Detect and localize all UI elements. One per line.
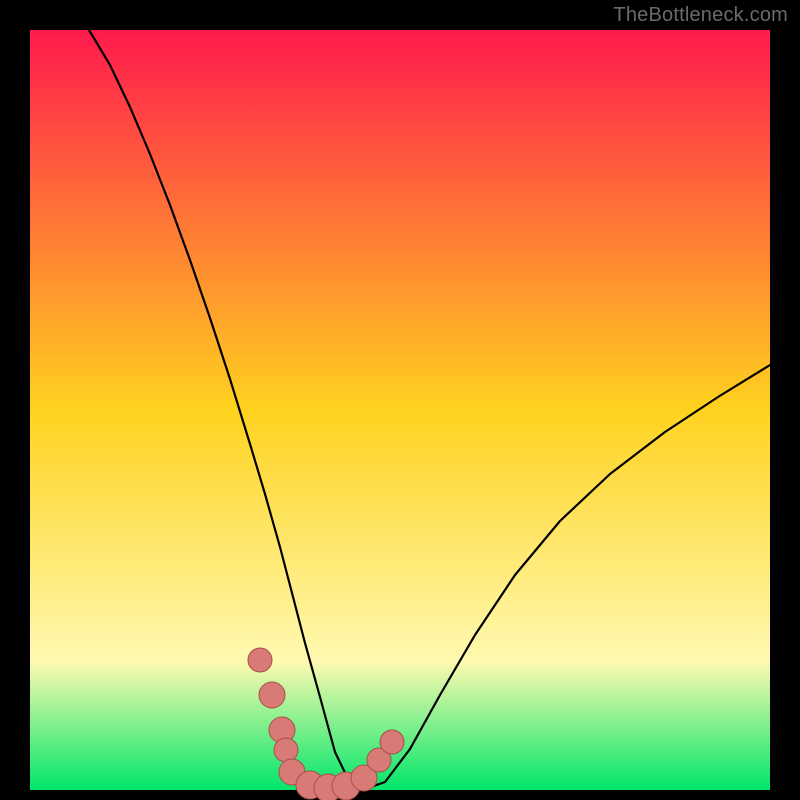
- valley-marker: [380, 730, 404, 754]
- bottleneck-chart: [0, 0, 800, 800]
- valley-marker: [274, 738, 298, 762]
- valley-marker: [259, 682, 285, 708]
- valley-marker: [248, 648, 272, 672]
- watermark-text: TheBottleneck.com: [613, 4, 788, 27]
- chart-stage: TheBottleneck.com: [0, 0, 800, 800]
- heat-gradient-plot-area: [30, 30, 770, 790]
